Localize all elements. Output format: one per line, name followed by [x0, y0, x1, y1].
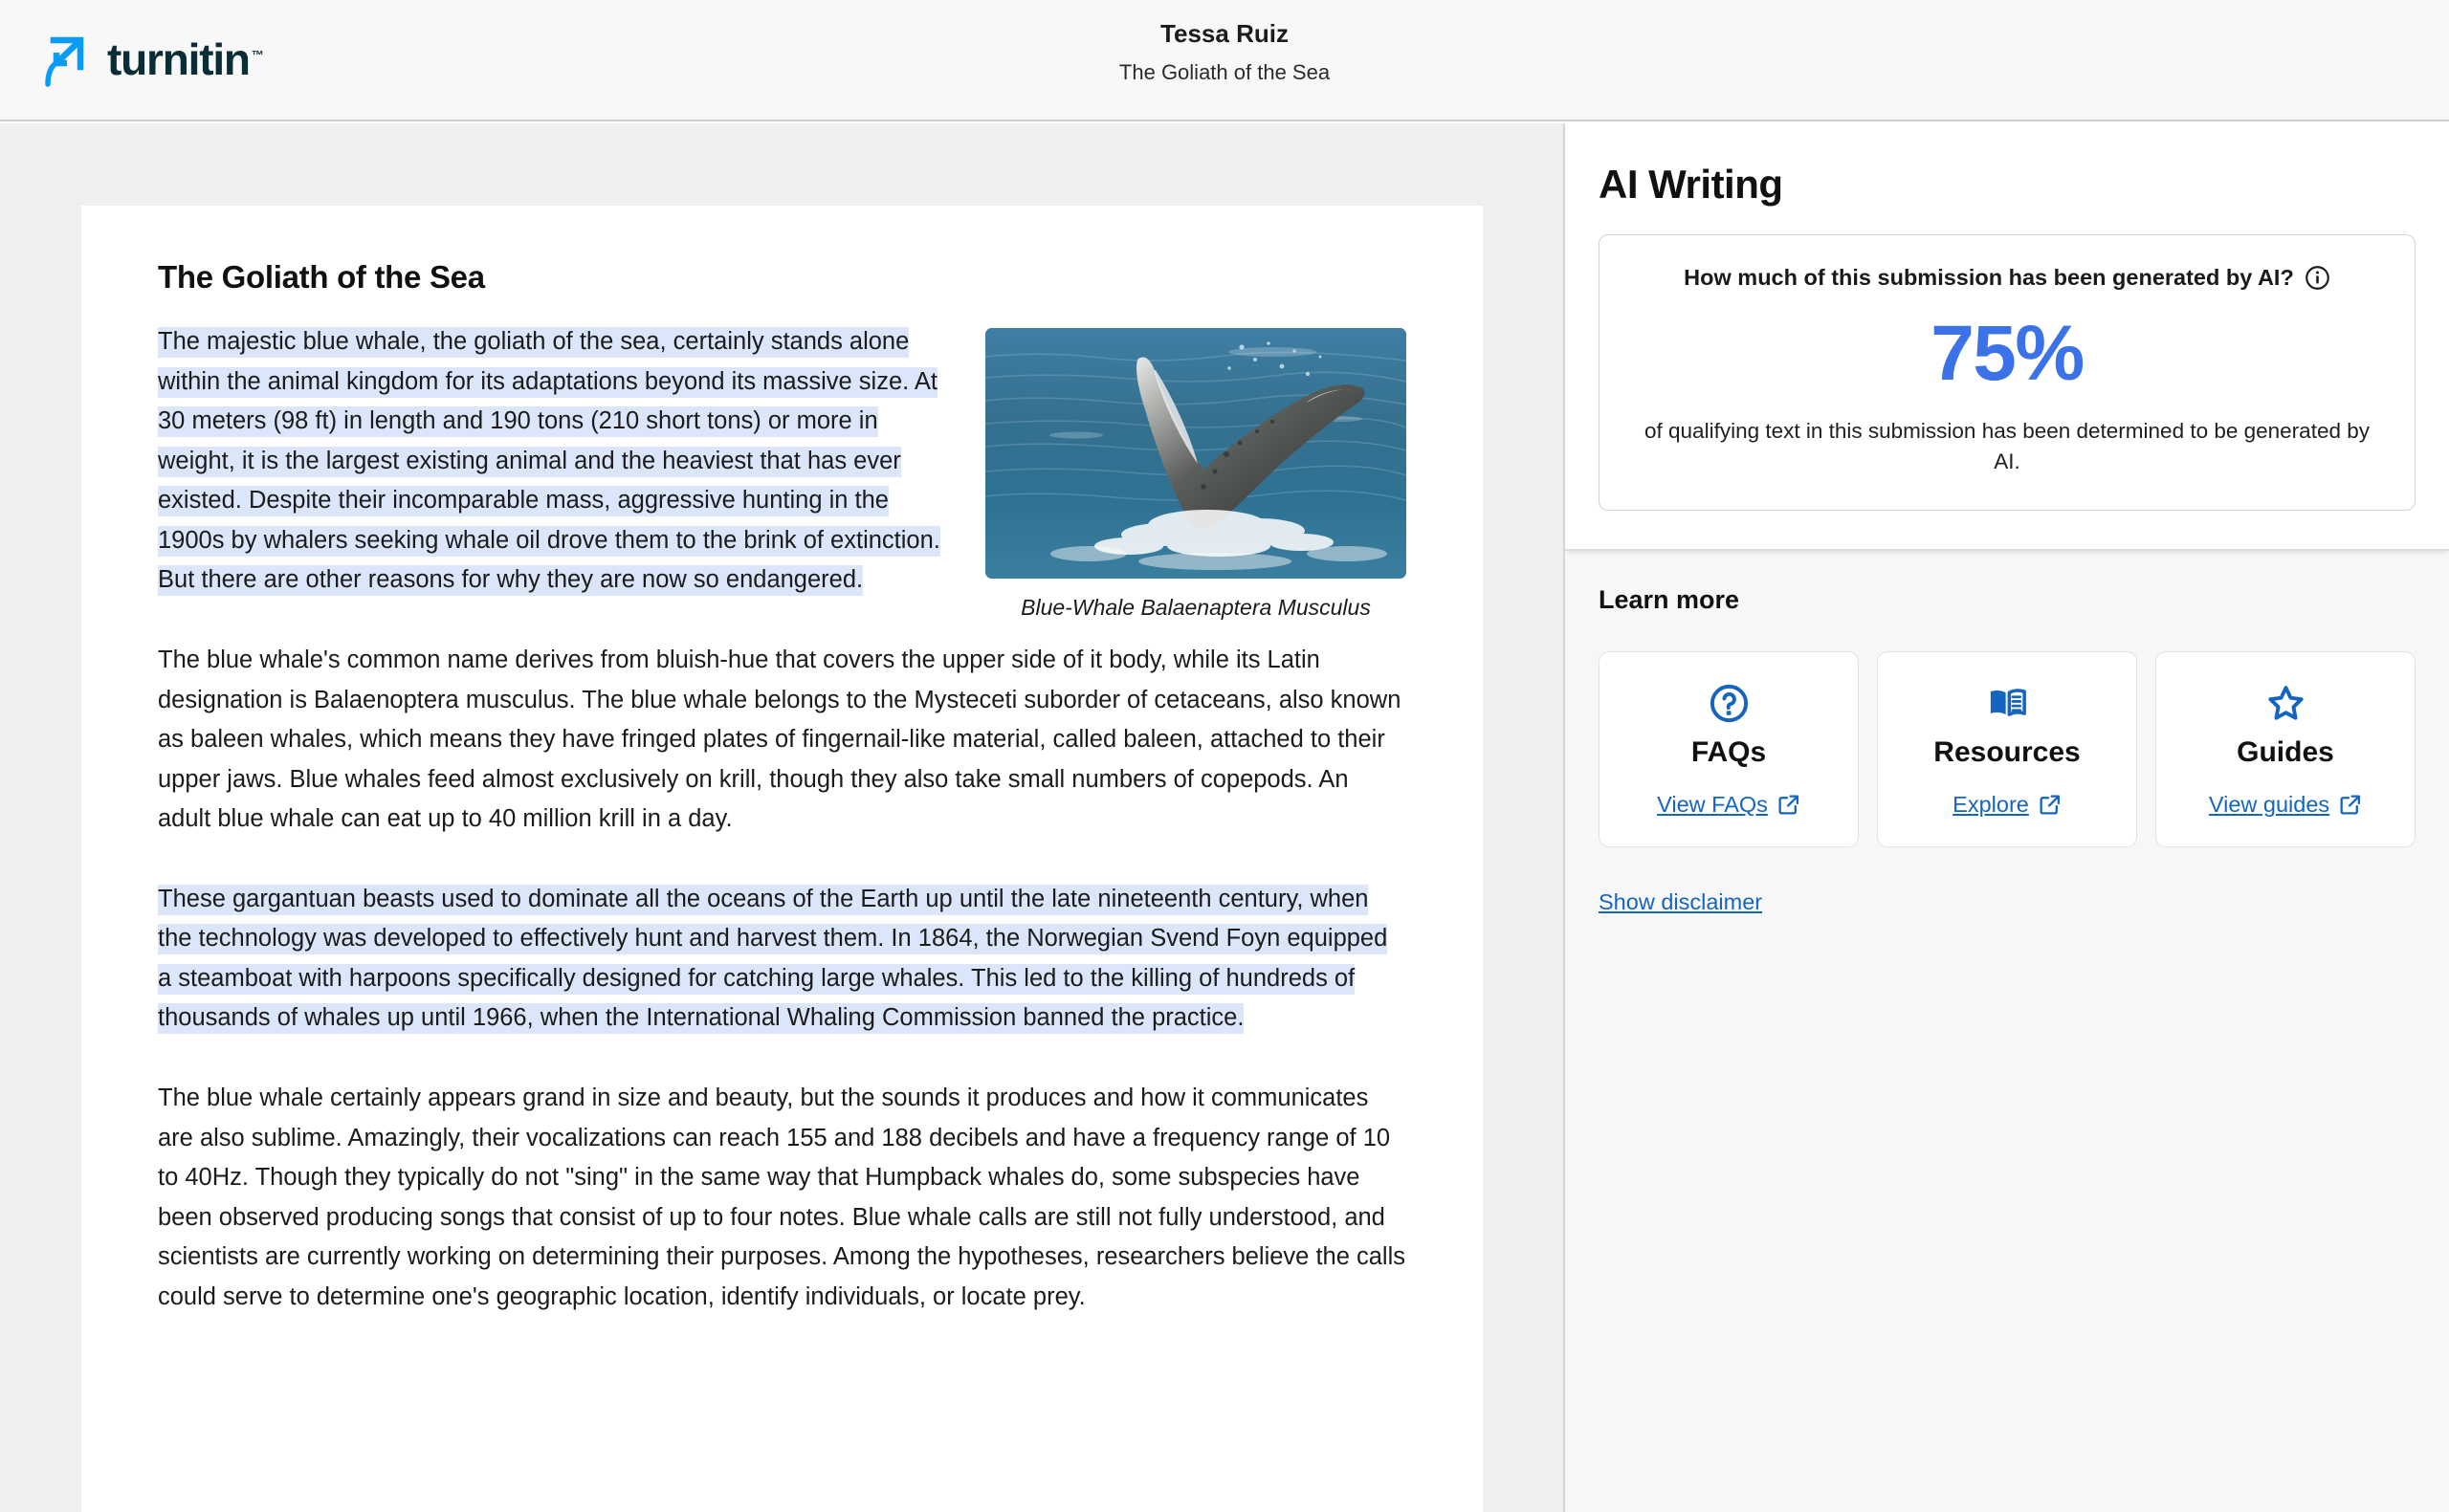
learn-more-title: Learn more — [1599, 585, 1740, 615]
card-faqs[interactable]: FAQs View FAQs — [1599, 651, 1859, 848]
paragraph-2: The blue whale's common name derives fro… — [158, 646, 1401, 833]
open-book-icon — [1990, 689, 2026, 716]
document-body: Blue-Whale Balaenaptera Musculus The maj… — [158, 322, 1406, 1317]
card-guides-label: Guides — [2237, 735, 2334, 768]
whale-photo-svg — [985, 328, 1406, 579]
ai-score-question: How much of this submission has been gen… — [1624, 264, 2390, 292]
whale-figure: Blue-Whale Balaenaptera Musculus — [985, 328, 1406, 623]
app-header: turnitin ™ Tessa Ruiz The Goliath of the … — [0, 0, 2449, 121]
learn-more-cards: FAQs View FAQs Resources Explore Guides … — [1599, 651, 2416, 848]
ai-score-card: How much of this submission has been gen… — [1599, 234, 2416, 512]
card-faqs-link[interactable]: View FAQs — [1657, 792, 1800, 818]
student-name: Tessa Ruiz — [1160, 19, 1289, 48]
card-faqs-link-text: View FAQs — [1657, 791, 1768, 817]
learn-more-section: Learn more FAQs View FAQs Resources Expl… — [1565, 551, 2449, 915]
card-guides[interactable]: Guides View guides — [2155, 651, 2416, 848]
document-title: The Goliath of the Sea — [158, 259, 485, 295]
card-faqs-label: FAQs — [1690, 735, 1767, 768]
paragraph-3: These gargantuan beasts used to dominate… — [158, 880, 1406, 1039]
external-link-icon — [2340, 795, 2361, 815]
submission-title: The Goliath of the Sea — [1118, 60, 1331, 85]
ai-percentage: 75% — [1931, 310, 2085, 398]
whale-tail-image — [985, 328, 1406, 579]
show-disclaimer-link[interactable]: Show disclaimer — [1599, 889, 1762, 915]
ai-highlight: The majestic blue whale, the goliath of … — [158, 327, 940, 597]
header-titles: Tessa Ruiz The Goliath of the Sea — [0, 17, 2449, 88]
card-resources-link[interactable]: Explore — [1953, 792, 2062, 818]
main-area: The Goliath of the Sea Blue-Whale Balaen… — [0, 123, 2449, 1512]
star-icon — [2267, 686, 2304, 720]
card-resources[interactable]: Resources Explore — [1877, 651, 2137, 848]
ai-writing-panel: AI Writing How much of this submission h… — [1563, 123, 2449, 1512]
card-guides-link-text: View guides — [2208, 791, 2330, 817]
ai-score-description: of qualifying text in this submission ha… — [1644, 419, 2370, 474]
document-page: The Goliath of the Sea Blue-Whale Balaen… — [81, 206, 1483, 1512]
card-guides-link[interactable]: View guides — [2209, 792, 2362, 818]
panel-title: AI Writing — [1599, 162, 1783, 207]
document-viewer[interactable]: The Goliath of the Sea Blue-Whale Balaen… — [0, 123, 1563, 1512]
ai-score-question-text: How much of this submission has been gen… — [1684, 265, 2294, 290]
ai-highlight: These gargantuan beasts used to dominate… — [158, 884, 1388, 1035]
external-link-icon — [1778, 795, 1798, 815]
ai-score-section: AI Writing How much of this submission h… — [1565, 123, 2449, 552]
paragraph-4: The blue whale certainly appears grand i… — [158, 1085, 1405, 1310]
card-resources-label: Resources — [1933, 735, 2081, 768]
info-circle-icon[interactable] — [2305, 265, 2330, 291]
card-resources-link-text: Explore — [1953, 791, 2029, 817]
figure-caption: Blue-Whale Balaenaptera Musculus — [1021, 595, 1371, 620]
question-circle-icon — [1710, 684, 1748, 722]
external-link-icon — [2040, 795, 2060, 815]
